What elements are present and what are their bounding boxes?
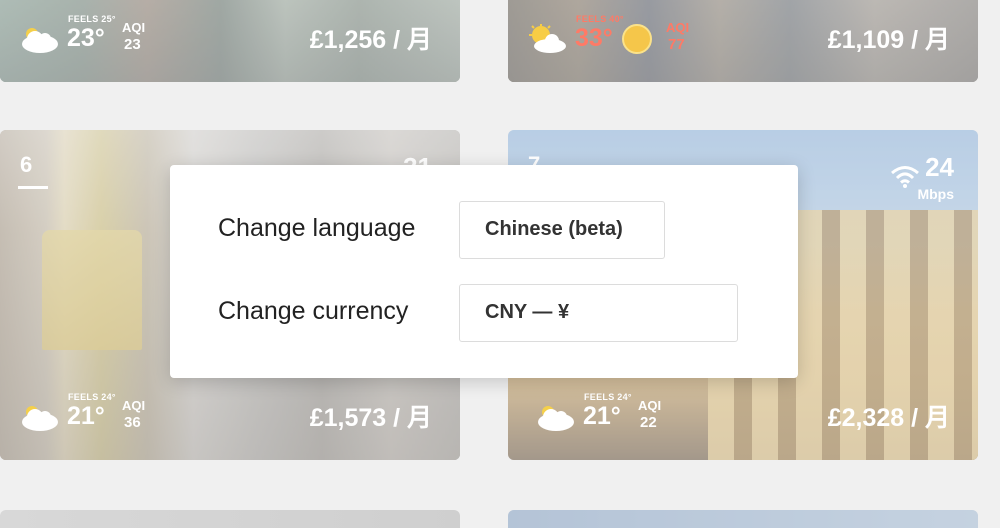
temperature: 21° [583,402,621,430]
language-select[interactable]: Chinese (beta) [459,201,665,259]
aqi-value: 23 [124,36,141,53]
cloud-icon [22,406,58,431]
aqi-label: AQI [122,20,146,35]
price-per-month: £1,573 / 月 [309,404,432,432]
currency-select[interactable]: CNY — ¥ [459,284,738,342]
price-per-month: £1,256 / 月 [309,26,432,54]
wifi-icon [891,166,919,188]
sun-cloud-icon [529,24,566,53]
wifi-speed-unit: Mbps [917,186,954,202]
city-rank: 6 [20,152,33,177]
aqi-value: 77 [668,36,685,53]
rank-underline [18,186,48,189]
settings-modal: Change language Chinese (beta) Change cu… [170,165,798,378]
language-label: Change language [218,214,416,242]
aqi-value: 36 [124,414,141,431]
city-card[interactable] [508,510,978,528]
aqi-label: AQI [638,398,662,413]
aqi-label: AQI [122,398,146,413]
feels-like: FEELS 24° [584,392,632,402]
temperature: 33° [575,24,613,52]
price-per-month: £2,328 / 月 [827,404,950,432]
temperature: 21° [67,402,105,430]
currency-label: Change currency [218,297,409,325]
cloud-icon [22,28,58,53]
cloud-icon [538,406,574,431]
city-photo [0,510,460,528]
feels-like: FEELS 24° [68,392,116,402]
feels-like: FEELS 25° [68,14,116,24]
city-card[interactable]: FEELS 25° 23° AQI 23 £1,256 / 月 [0,0,460,82]
aqi-label: AQI [666,20,690,35]
aqi-value: 22 [640,414,657,431]
city-card[interactable]: FEELS 40° 33° AQI 77 £1,109 / 月 [508,0,978,82]
feels-like: FEELS 40° [576,14,624,24]
temperature: 23° [67,24,105,52]
wifi-speed-value: 24 [925,152,954,182]
city-card[interactable] [0,510,460,528]
internet-speed: 24 Mbps [834,152,954,202]
price-per-month: £1,109 / 月 [827,26,950,54]
face-mask-icon [622,24,652,54]
